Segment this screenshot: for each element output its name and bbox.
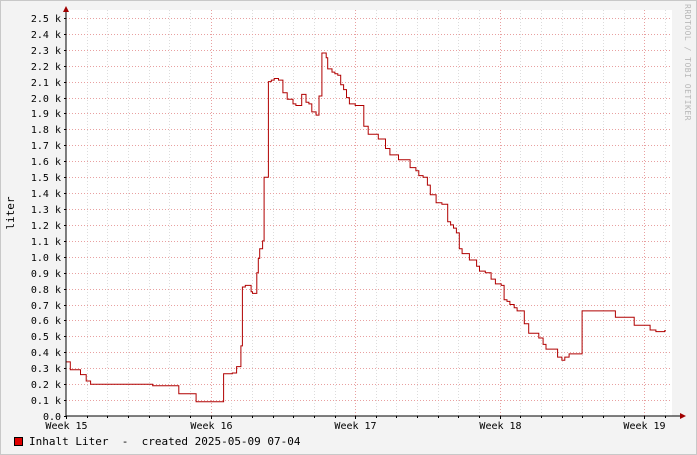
x-tick-label: Week 17 <box>334 421 376 432</box>
y-tick-label: 1.3 k <box>31 205 61 216</box>
y-tick-label: 0.9 k <box>31 269 61 280</box>
y-tick-label: 0.3 k <box>31 364 61 375</box>
y-tick-label: 1.7 k <box>31 141 61 152</box>
y-tick-label: 2.2 k <box>31 62 61 73</box>
legend-swatch <box>14 436 23 446</box>
y-tick-label: 1.5 k <box>31 173 61 184</box>
y-tick-label: 0.4 k <box>31 348 61 359</box>
x-tick-label: Week 18 <box>479 421 521 432</box>
y-tick-label: 0.1 k <box>31 396 61 407</box>
y-tick-label: 2.3 k <box>31 46 61 57</box>
legend: Inhalt Liter - created 2025-05-09 07-04 <box>14 434 301 448</box>
y-axis-ticks: 0.00.1 k0.2 k0.3 k0.4 k0.5 k0.6 k0.7 k0.… <box>31 14 66 423</box>
plot-area <box>66 10 672 416</box>
y-tick-label: 0.6 k <box>31 316 61 327</box>
x-tick-label: Week 15 <box>45 421 87 432</box>
y-axis-label: liter <box>4 196 17 229</box>
y-tick-label: 2.1 k <box>31 78 61 89</box>
x-axis-arrow-icon <box>680 413 686 419</box>
y-tick-label: 2.0 k <box>31 94 61 105</box>
y-axis-arrow-icon <box>63 6 69 12</box>
y-tick-label: 1.6 k <box>31 157 61 168</box>
chart-canvas: 0.00.1 k0.2 k0.3 k0.4 k0.5 k0.6 k0.7 k0.… <box>4 4 692 432</box>
y-tick-label: 0.5 k <box>31 332 61 343</box>
y-tick-label: 0.7 k <box>31 301 61 312</box>
y-tick-label: 1.0 k <box>31 253 61 264</box>
x-tick-label: Week 19 <box>623 421 665 432</box>
y-tick-label: 1.9 k <box>31 109 61 120</box>
created-stamp: - created 2025-05-09 07-04 <box>108 434 301 448</box>
y-tick-label: 0.8 k <box>31 285 61 296</box>
y-tick-label: 2.5 k <box>31 14 61 25</box>
y-tick-label: 0.2 k <box>31 380 61 391</box>
x-axis-ticks: Week 15 Week 16 Week 17 Week 18 Week 19 <box>45 416 666 432</box>
x-tick-label: Week 16 <box>190 421 232 432</box>
y-tick-label: 1.4 k <box>31 189 61 200</box>
y-tick-label: 1.1 k <box>31 237 61 248</box>
legend-label: Inhalt Liter <box>29 434 109 448</box>
watermark: RRDTOOL / TOBI OETIKER <box>683 4 692 121</box>
y-tick-label: 2.4 k <box>31 30 61 41</box>
y-tick-label: 1.2 k <box>31 221 61 232</box>
y-tick-label: 1.8 k <box>31 125 61 136</box>
